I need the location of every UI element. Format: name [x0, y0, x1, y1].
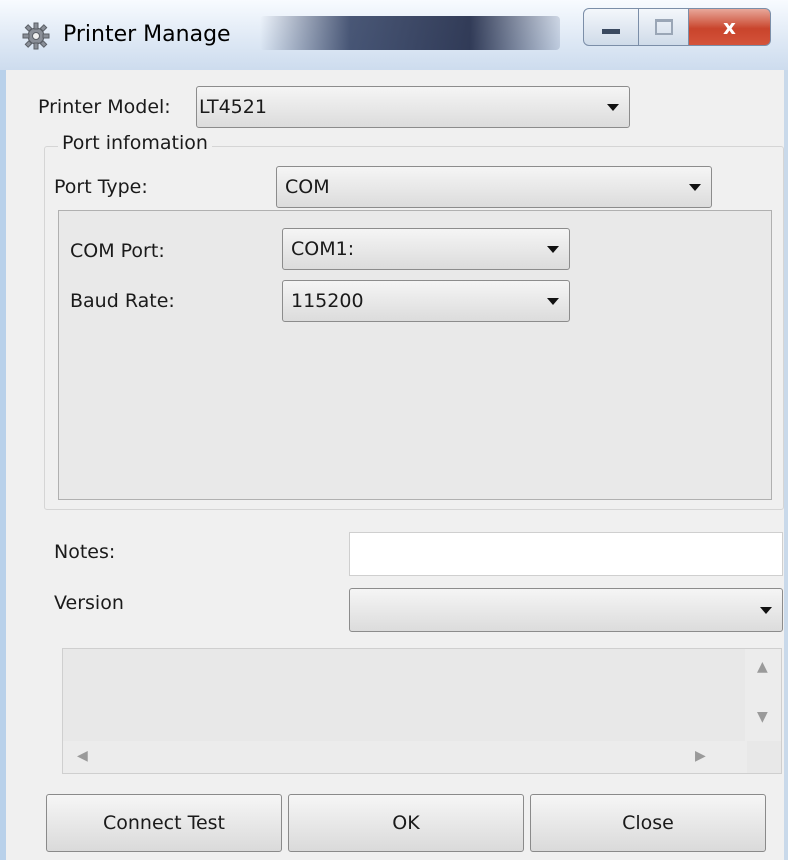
- port-type-value: COM: [285, 176, 330, 198]
- horizontal-scrollbar[interactable]: ◀ ▶: [63, 741, 747, 773]
- minimize-button[interactable]: [583, 8, 639, 46]
- printer-manage-window: Printer Manage x Printer Model: LT4521 P…: [0, 0, 788, 860]
- window-title: Printer Manage: [63, 22, 231, 47]
- printer-model-select[interactable]: LT4521: [196, 86, 630, 128]
- notes-input[interactable]: [349, 532, 783, 576]
- printer-model-value: LT4521: [199, 96, 267, 118]
- printer-model-label: Printer Model:: [38, 96, 171, 118]
- chevron-down-icon: [760, 607, 772, 614]
- port-type-label: Port Type:: [54, 176, 148, 198]
- chevron-down-icon: [607, 104, 619, 111]
- port-type-select[interactable]: COM: [276, 166, 712, 208]
- baud-rate-value: 115200: [291, 290, 364, 312]
- ok-label: OK: [392, 812, 420, 834]
- close-button[interactable]: Close: [530, 794, 766, 852]
- vertical-scrollbar[interactable]: ▲ ▼: [745, 649, 781, 741]
- close-window-button[interactable]: x: [689, 8, 771, 46]
- version-label: Version: [54, 592, 124, 614]
- close-label: Close: [622, 812, 674, 834]
- com-port-label: COM Port:: [70, 240, 165, 262]
- connect-test-label: Connect Test: [102, 812, 225, 834]
- baud-rate-select[interactable]: 115200: [282, 280, 570, 322]
- scroll-down-icon[interactable]: ▼: [757, 709, 768, 725]
- maximize-icon: [654, 19, 673, 35]
- maximize-button[interactable]: [639, 8, 689, 46]
- version-info-list[interactable]: ▲ ▼ ◀ ▶: [62, 648, 782, 774]
- gear-icon: [22, 22, 50, 50]
- title-glass: [260, 16, 560, 50]
- chevron-down-icon: [547, 246, 559, 253]
- title-bar[interactable]: Printer Manage x: [0, 0, 788, 70]
- connect-test-button[interactable]: Connect Test: [46, 794, 282, 852]
- scroll-left-icon[interactable]: ◀: [77, 748, 88, 764]
- chevron-down-icon: [547, 298, 559, 305]
- close-icon: x: [723, 15, 736, 39]
- chevron-down-icon: [689, 184, 701, 191]
- ok-button[interactable]: OK: [288, 794, 524, 852]
- scroll-right-icon[interactable]: ▶: [695, 748, 706, 764]
- com-port-select[interactable]: COM1:: [282, 228, 570, 270]
- notes-label: Notes:: [54, 541, 116, 563]
- minimize-icon: [602, 28, 620, 34]
- scroll-up-icon[interactable]: ▲: [757, 659, 768, 675]
- caption-buttons: x: [583, 8, 771, 50]
- version-select[interactable]: [349, 588, 783, 632]
- baud-rate-label: Baud Rate:: [70, 290, 175, 312]
- port-information-title: Port infomation: [58, 132, 212, 154]
- com-port-value: COM1:: [291, 238, 355, 260]
